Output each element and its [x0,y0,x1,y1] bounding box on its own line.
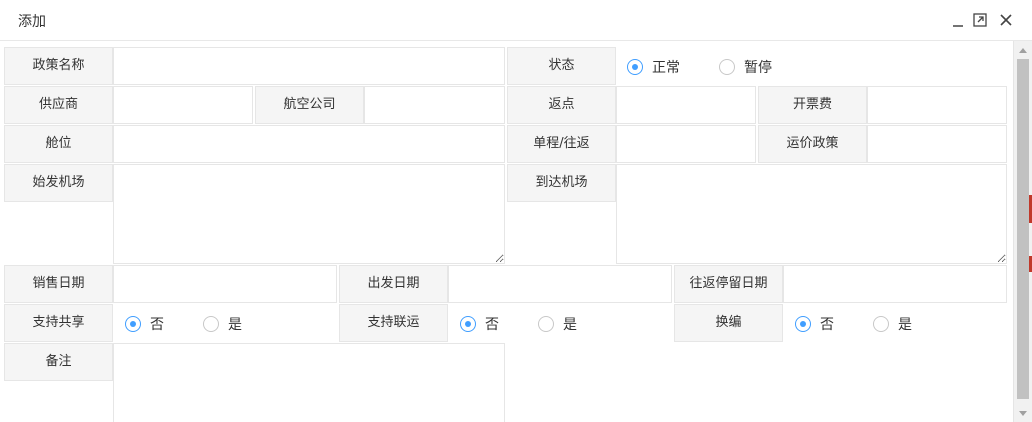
form-area: 政策名称 状态 正常 暂停 供应商 航空公司 返点 开票费 舱位 单程/往返 运… [0,41,1013,422]
support-interline-option-yes: 是 [563,317,577,333]
maximize-icon[interactable] [972,12,988,28]
ticket-fee-input[interactable] [867,86,1007,124]
support-share-radio-yes[interactable]: 是 [203,313,242,335]
status-radio-paused[interactable]: 暂停 [719,56,772,78]
support-interline-label: 支持联运 [339,304,448,342]
fare-policy-input[interactable] [867,125,1007,163]
radio-empty-icon [873,316,889,332]
vertical-scrollbar[interactable] [1013,41,1032,422]
dialog-titlebar: 添加 [0,0,1032,41]
ticket-fee-label: 开票费 [758,86,867,124]
support-share-option-no: 否 [150,317,164,333]
sale-date-label: 销售日期 [4,265,113,303]
rebook-radio-yes[interactable]: 是 [873,313,912,335]
airline-input[interactable] [364,86,505,124]
origin-airport-label: 始发机场 [4,164,113,202]
radio-selected-icon [627,59,643,75]
minimize-icon[interactable] [950,12,966,28]
remark-label: 备注 [4,343,113,381]
scroll-down-icon[interactable] [1019,411,1027,416]
radio-empty-icon [719,59,735,75]
depart-date-input[interactable] [448,265,672,303]
supplier-input[interactable] [113,86,253,124]
dest-airport-label: 到达机场 [507,164,616,202]
trip-type-input[interactable] [616,125,756,163]
rebate-input[interactable] [616,86,756,124]
radio-selected-icon [125,316,141,332]
rebook-radio-no[interactable]: 否 [795,313,834,335]
scrollbar-thumb[interactable] [1017,59,1029,399]
close-icon[interactable] [998,12,1014,28]
radio-empty-icon [203,316,219,332]
rebook-label: 换编 [674,304,783,342]
fare-policy-label: 运价政策 [758,125,867,163]
depart-date-label: 出发日期 [339,265,448,303]
status-option-paused: 暂停 [744,60,772,76]
radio-empty-icon [538,316,554,332]
scroll-up-icon[interactable] [1019,48,1027,53]
dest-airport-textarea[interactable] [616,164,1007,264]
dialog-title: 添加 [18,14,46,30]
cabin-input[interactable] [113,125,505,163]
status-label: 状态 [507,47,616,85]
support-share-option-yes: 是 [228,317,242,333]
cabin-label: 舱位 [4,125,113,163]
remark-textarea[interactable] [113,343,505,422]
sale-date-input[interactable] [113,265,337,303]
radio-selected-icon [460,316,476,332]
status-option-normal: 正常 [652,60,680,76]
support-interline-radio-no[interactable]: 否 [460,313,499,335]
return-stay-date-label: 往返停留日期 [674,265,783,303]
origin-airport-textarea[interactable] [113,164,505,264]
return-stay-date-input[interactable] [783,265,1007,303]
supplier-label: 供应商 [4,86,113,124]
status-radio-normal[interactable]: 正常 [627,56,680,78]
rebate-label: 返点 [507,86,616,124]
support-interline-radio-yes[interactable]: 是 [538,313,577,335]
radio-selected-icon [795,316,811,332]
policy-name-input[interactable] [113,47,505,85]
support-share-label: 支持共享 [4,304,113,342]
policy-name-label: 政策名称 [4,47,113,85]
support-share-radio-no[interactable]: 否 [125,313,164,335]
rebook-option-no: 否 [820,317,834,333]
trip-type-label: 单程/往返 [507,125,616,163]
rebook-option-yes: 是 [898,317,912,333]
support-interline-option-no: 否 [485,317,499,333]
airline-label: 航空公司 [255,86,364,124]
